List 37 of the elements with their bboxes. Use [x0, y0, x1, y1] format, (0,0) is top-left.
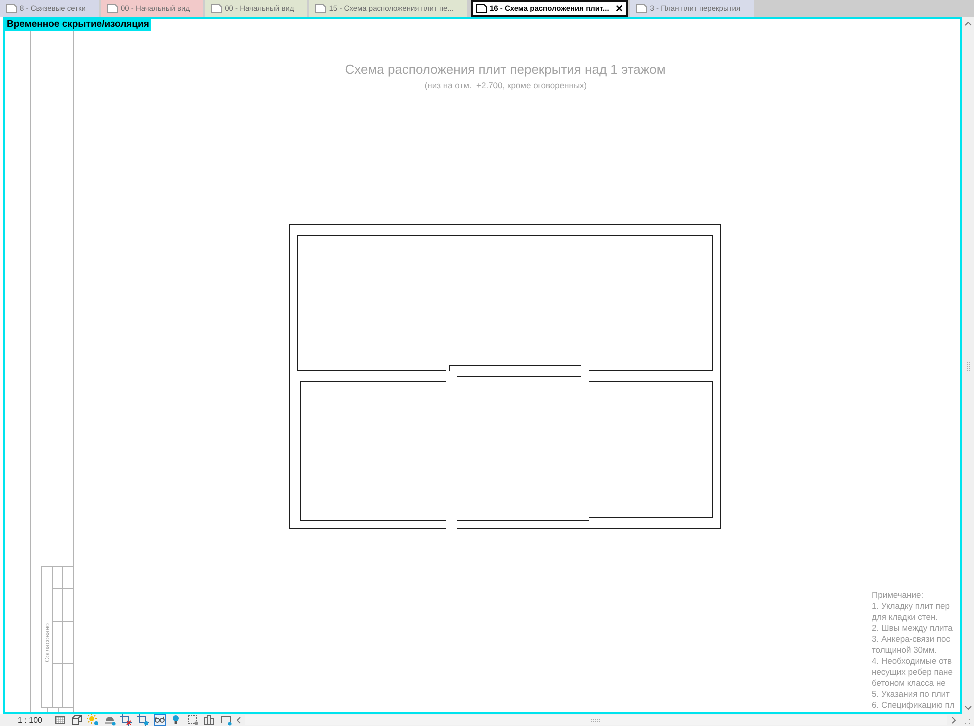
document-icon: [315, 4, 326, 13]
cube-icon[interactable]: [70, 714, 83, 726]
isolation-badge: Временное скрытие/изоляция: [5, 19, 152, 31]
sun-icon[interactable]: [87, 714, 100, 726]
shadow-icon[interactable]: [104, 714, 116, 726]
document-icon: [106, 4, 118, 13]
note-text: 4. Необходимые отв несущих ребер пане бетоном класса не: [872, 656, 954, 689]
scale-label[interactable]: 1 : 100: [0, 716, 54, 724]
close-icon[interactable]: [616, 5, 624, 12]
vertical-scrollbar[interactable]: [962, 17, 974, 714]
frame-icon[interactable]: [220, 714, 232, 726]
scroll-grip-icon[interactable]: [966, 362, 970, 370]
note-text: 1. Укладку плит пер для кладки стен.: [872, 601, 951, 623]
crop-cross-icon[interactable]: [120, 714, 132, 726]
building-icon[interactable]: [203, 714, 216, 726]
notes-heading: Примечание:: [872, 590, 925, 601]
note-text: 6. Спецификацию пл: [872, 700, 955, 711]
scroll-left-icon[interactable]: [236, 716, 241, 724]
note-text: 2. Швы между плита: [872, 623, 954, 634]
scroll-grip-icon[interactable]: [591, 718, 600, 722]
document-icon: [211, 4, 222, 13]
document-icon: [476, 4, 487, 13]
horizontal-scrollbar[interactable]: [244, 715, 947, 725]
sheet-title: Схема расположения плит перекрытия над 1 этажом: [345, 62, 666, 77]
crop-icon[interactable]: [136, 714, 149, 726]
document-icon: [6, 4, 17, 13]
dashed-box-icon[interactable]: [186, 714, 199, 726]
scroll-right-icon[interactable]: [952, 716, 956, 724]
scroll-down-icon[interactable]: [964, 706, 972, 710]
note-text: 3. Анкера-связи пос толщиной 30мм.: [872, 634, 952, 656]
hatched-square-icon[interactable]: [54, 714, 66, 726]
note-text: 5. Указания по плит: [872, 689, 951, 700]
resize-grip-icon[interactable]: [965, 718, 971, 724]
sheet-subtitle: (низ на отм. +2.700, кроме оговоренных): [424, 80, 588, 90]
document-icon: [636, 4, 648, 13]
glasses-icon[interactable]: [154, 714, 166, 726]
scroll-up-icon[interactable]: [964, 22, 972, 26]
